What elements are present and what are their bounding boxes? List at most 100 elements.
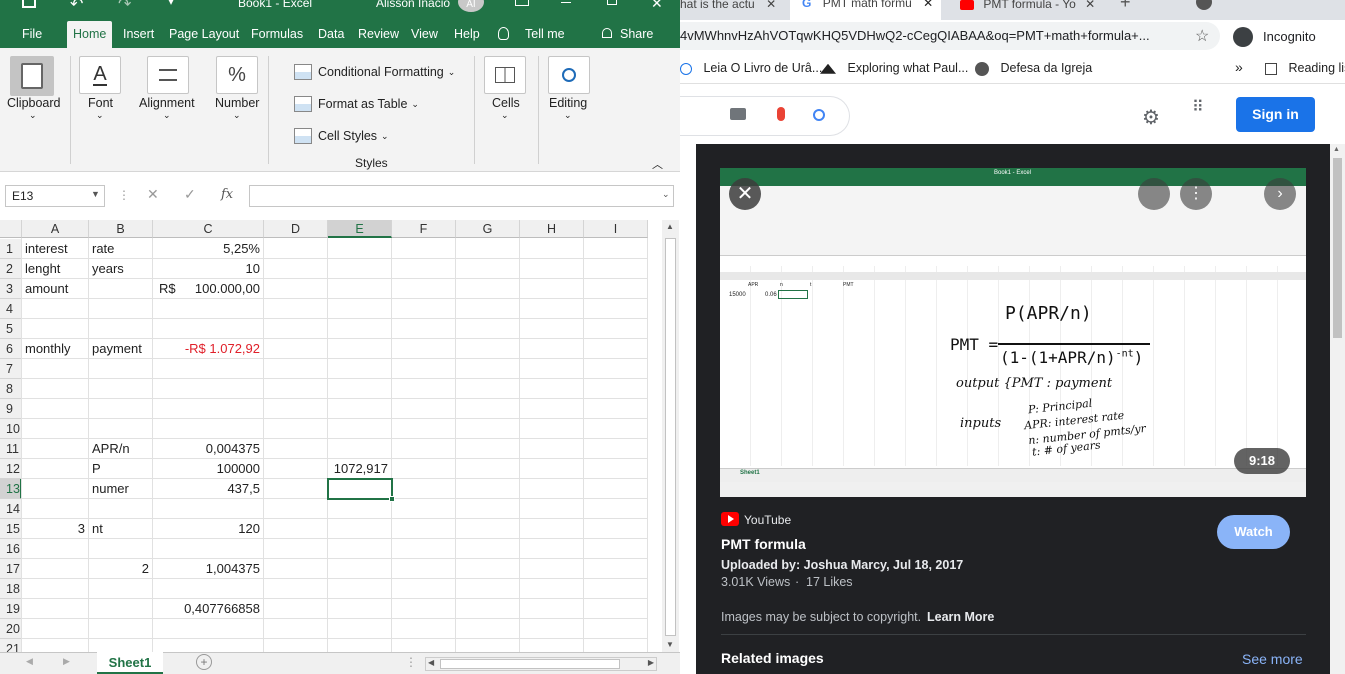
more-bookmarks-icon[interactable]: » bbox=[1235, 59, 1243, 75]
customize-qat-icon[interactable]: ▾ bbox=[168, 0, 174, 8]
tab-formulas[interactable]: Formulas bbox=[251, 21, 303, 48]
cell-b2[interactable]: years bbox=[89, 259, 153, 279]
tab-search-icon[interactable] bbox=[1196, 0, 1212, 10]
tab-help[interactable]: Help bbox=[454, 21, 480, 48]
close-icon[interactable]: ✕ bbox=[923, 0, 933, 10]
browser-tab[interactable]: hat is the actu ✕ bbox=[680, 0, 776, 19]
microphone-icon[interactable] bbox=[777, 107, 785, 121]
column-header-a[interactable]: A bbox=[22, 220, 89, 238]
row-header-9[interactable]: 9 bbox=[0, 399, 22, 419]
select-all-corner[interactable] bbox=[0, 220, 22, 238]
cell-a15[interactable]: 3 bbox=[22, 519, 89, 539]
row-header-13[interactable]: 13 bbox=[0, 479, 22, 499]
video-title[interactable]: PMT formula bbox=[721, 536, 806, 552]
cell-c3[interactable]: R$ 100.000,00 bbox=[153, 279, 264, 299]
tab-review[interactable]: Review bbox=[358, 21, 399, 48]
row-header-15[interactable]: 15 bbox=[0, 519, 22, 539]
cell-c6[interactable]: -R$ 1.072,92 bbox=[153, 339, 264, 359]
user-avatar[interactable]: AI bbox=[458, 0, 484, 12]
cell-b12[interactable]: P bbox=[89, 459, 153, 479]
cell-c13[interactable]: 437,5 bbox=[153, 479, 264, 499]
cell-e12[interactable]: 1072,917 bbox=[328, 459, 392, 479]
tab-tell-me[interactable]: Tell me bbox=[525, 21, 565, 48]
row-header-4[interactable]: 4 bbox=[0, 299, 22, 319]
column-header-e[interactable]: E bbox=[328, 220, 392, 238]
cell-a2[interactable]: lenght bbox=[22, 259, 89, 279]
scroll-thumb[interactable] bbox=[1333, 158, 1342, 338]
tab-insert[interactable]: Insert bbox=[123, 21, 154, 48]
prev-sheet-icon[interactable]: ◀ bbox=[26, 656, 33, 667]
cell-b15[interactable]: nt bbox=[89, 519, 153, 539]
new-tab-icon[interactable]: + bbox=[1120, 0, 1131, 13]
scroll-thumb[interactable] bbox=[440, 659, 620, 669]
row-header-6[interactable]: 6 bbox=[0, 339, 22, 359]
redo-icon[interactable]: ↷ bbox=[118, 0, 131, 14]
cell-b13[interactable]: numer bbox=[89, 479, 153, 499]
column-header-i[interactable]: I bbox=[584, 220, 648, 238]
row-header-1[interactable]: 1 bbox=[0, 239, 22, 259]
row-header-18[interactable]: 18 bbox=[0, 579, 22, 599]
save-icon[interactable] bbox=[22, 0, 36, 8]
reading-list-button[interactable]: Reading lis bbox=[1265, 61, 1345, 75]
row-header-16[interactable]: 16 bbox=[0, 539, 22, 559]
row-header-8[interactable]: 8 bbox=[0, 379, 22, 399]
scroll-left-icon[interactable]: ◀ bbox=[428, 658, 434, 667]
row-header-3[interactable]: 3 bbox=[0, 279, 22, 299]
bookmark-star-icon[interactable]: ☆ bbox=[1195, 26, 1209, 46]
vertical-scrollbar[interactable]: ▲ ▼ bbox=[662, 220, 679, 652]
cell-styles-button[interactable]: Cell Styles ⌄ bbox=[294, 125, 389, 147]
bookmark-item[interactable]: Leia O Livro de Urâ... bbox=[680, 61, 822, 75]
cell-c15[interactable]: 120 bbox=[153, 519, 264, 539]
watch-button[interactable]: Watch bbox=[1217, 515, 1290, 549]
horizontal-scrollbar[interactable]: ◀ ▶ bbox=[425, 657, 657, 671]
camera-icon[interactable] bbox=[730, 108, 746, 120]
tab-page-layout[interactable]: Page Layout bbox=[169, 21, 239, 48]
editing-button[interactable] bbox=[548, 56, 590, 94]
column-header-h[interactable]: H bbox=[520, 220, 584, 238]
next-image-button[interactable]: › bbox=[1264, 178, 1296, 210]
settings-icon[interactable]: ⚙ bbox=[1142, 105, 1160, 130]
conditional-formatting-button[interactable]: Conditional Formatting ⌄ bbox=[294, 61, 455, 83]
spreadsheet-grid[interactable]: A B C D E F G H I 1 2 3 4 5 6 7 8 9 10 11 12 13 14 15 1… bbox=[0, 220, 660, 652]
font-button[interactable]: A bbox=[79, 56, 121, 94]
column-header-c[interactable]: C bbox=[153, 220, 264, 238]
lens-button[interactable] bbox=[1138, 178, 1170, 210]
cell-c11[interactable]: 0,004375 bbox=[153, 439, 264, 459]
cell-c2[interactable]: 10 bbox=[153, 259, 264, 279]
column-header-f[interactable]: F bbox=[392, 220, 456, 238]
alignment-button[interactable] bbox=[147, 56, 189, 94]
column-header-g[interactable]: G bbox=[456, 220, 520, 238]
scroll-thumb[interactable] bbox=[665, 238, 676, 636]
cell-b1[interactable]: rate bbox=[89, 239, 153, 259]
close-icon[interactable]: ✕ bbox=[766, 0, 776, 11]
close-icon[interactable]: ✕ bbox=[651, 0, 663, 12]
tab-view[interactable]: View bbox=[411, 21, 438, 48]
row-header-19[interactable]: 19 bbox=[0, 599, 22, 619]
sheet-tab-sheet1[interactable]: Sheet1 bbox=[97, 652, 163, 674]
video-thumbnail[interactable]: Book1 - Excel APR n t PMT 15000 0.06 PMT… bbox=[720, 168, 1306, 497]
row-header-7[interactable]: 7 bbox=[0, 359, 22, 379]
share-button[interactable]: Share bbox=[620, 21, 653, 48]
row-header-12[interactable]: 12 bbox=[0, 459, 22, 479]
row-header-2[interactable]: 2 bbox=[0, 259, 22, 279]
cell-c1[interactable]: 5,25% bbox=[153, 239, 264, 259]
clipboard-button[interactable] bbox=[10, 56, 54, 96]
learn-more-link[interactable]: Learn More bbox=[927, 610, 994, 624]
close-icon[interactable]: ✕ bbox=[1085, 0, 1095, 11]
bookmark-item[interactable]: Exploring what Paul... bbox=[820, 61, 968, 75]
row-header-17[interactable]: 17 bbox=[0, 559, 22, 579]
browser-tab-active[interactable]: G PMT math formu ✕ bbox=[790, 0, 942, 21]
ribbon-display-icon[interactable] bbox=[515, 0, 529, 6]
row-header-10[interactable]: 10 bbox=[0, 419, 22, 439]
scroll-down-icon[interactable]: ▼ bbox=[666, 640, 674, 649]
incognito-label[interactable]: Incognito bbox=[1263, 29, 1316, 44]
minimize-icon[interactable] bbox=[561, 2, 571, 3]
cell-a3[interactable]: amount bbox=[22, 279, 89, 299]
row-header-11[interactable]: 11 bbox=[0, 439, 22, 459]
cells-button[interactable] bbox=[484, 56, 526, 94]
row-header-21[interactable]: 21 bbox=[0, 639, 22, 652]
cell-c17[interactable]: 1,004375 bbox=[153, 559, 264, 579]
formula-input[interactable] bbox=[249, 185, 674, 207]
browser-tab[interactable]: PMT formula - Yo ✕ bbox=[960, 0, 1095, 19]
insert-function-icon[interactable]: fx bbox=[221, 187, 233, 202]
